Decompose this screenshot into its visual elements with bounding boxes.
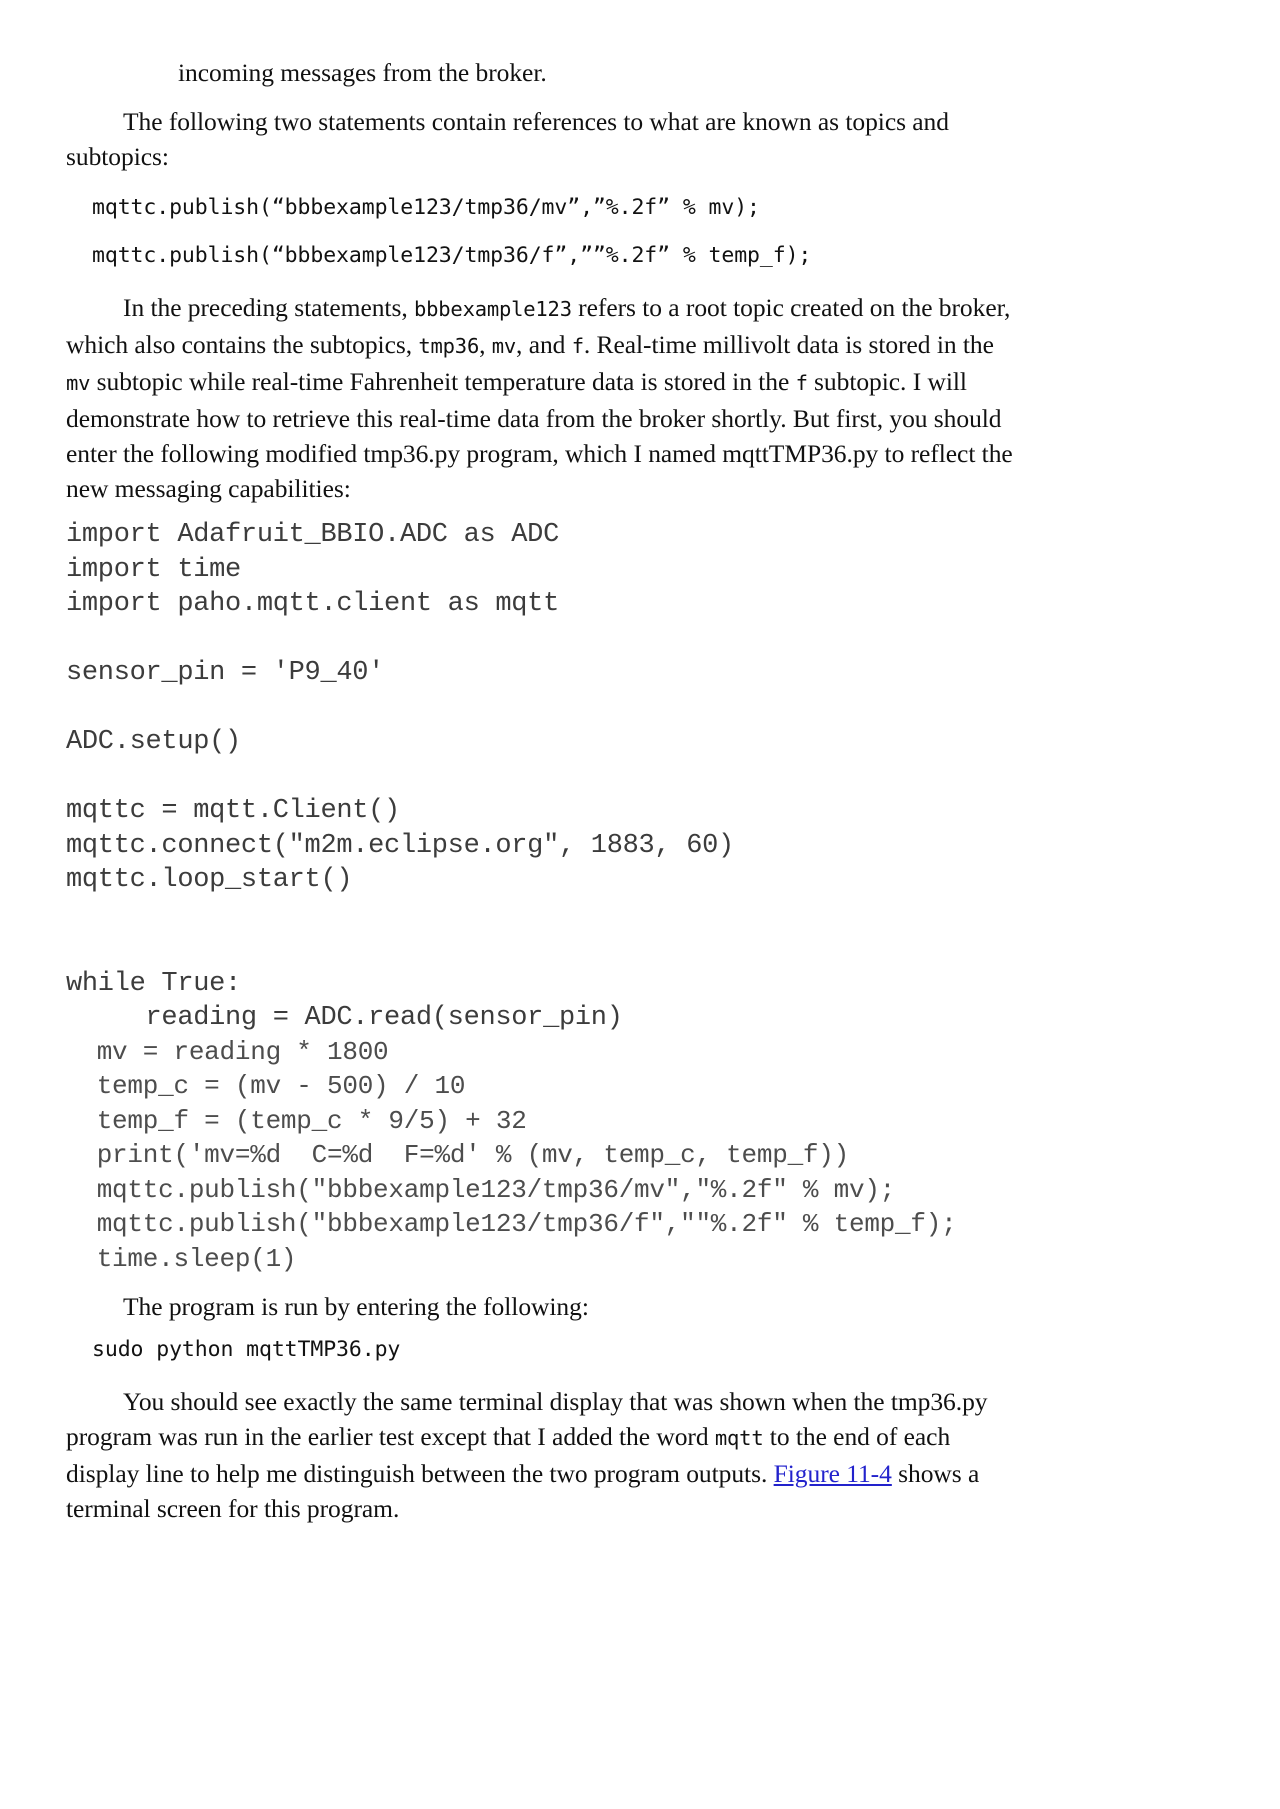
- code-row-blank: [66, 691, 1014, 726]
- code-row: mqttc.connect("m2m.eclipse.org", 1883, 6…: [66, 830, 734, 861]
- text-segment: In the preceding statements,: [123, 293, 414, 322]
- code-row: mqttc.loop_start(): [66, 865, 353, 895]
- paragraph-program-run: The program is run by entering the follo…: [123, 1292, 589, 1321]
- paragraph-preceding-statements: In the preceding statements, bbbexample1…: [66, 290, 1014, 506]
- text-segment: ,: [479, 330, 492, 359]
- document-page: incoming messages from the broker. The f…: [0, 0, 1280, 1809]
- code-row: mqttc.publish("bbbexample123/tmp36/mv","…: [66, 1174, 896, 1205]
- code-line-publish-mv: mqttc.publish(“bbbexample123/tmp36/mv”,”…: [92, 195, 760, 220]
- code-row: sensor_pin = 'P9_40': [66, 658, 385, 688]
- inline-code-tmp36: tmp36: [418, 334, 480, 358]
- inline-code-mv: mv: [491, 334, 517, 358]
- inline-code-bbbexample123: bbbexample123: [414, 297, 572, 321]
- code-row-blank: [66, 932, 1014, 967]
- code-row-blank: [66, 898, 1014, 933]
- figure-11-4-link[interactable]: Figure 11-4: [774, 1459, 892, 1488]
- code-row: import Adafruit_BBIO.ADC as ADC: [66, 520, 559, 550]
- code-row: import time: [66, 554, 241, 585]
- code-line-run-command: sudo python mqttTMP36.py: [92, 1337, 401, 1362]
- code-row: ADC.setup(): [66, 727, 241, 757]
- code-row: time.sleep(1): [66, 1243, 297, 1274]
- text-segment: . Real-time millivolt data is stored in …: [583, 330, 994, 359]
- orphan-continuation-line: incoming messages from the broker.: [178, 58, 547, 87]
- code-row: print('mv=%d C=%d F=%d' % (mv, temp_c, t…: [66, 1140, 850, 1170]
- text-segment: subtopic while real-time Fahrenheit temp…: [90, 367, 796, 396]
- paragraph-final: You should see exactly the same terminal…: [66, 1384, 1014, 1526]
- paragraph-following-statements: The following two statements contain ref…: [66, 107, 949, 171]
- program-listing-body: mv = reading * 1800 temp_c = (mv - 500) …: [66, 1036, 1014, 1278]
- code-row: while True:: [66, 968, 241, 999]
- inline-code-f-2: f: [795, 371, 808, 395]
- code-row-blank: [66, 760, 1014, 795]
- page-content: incoming messages from the broker. The f…: [66, 55, 1014, 1526]
- program-listing-top: import Adafruit_BBIO.ADC as ADC import t…: [66, 518, 1014, 1036]
- code-row: import paho.mqtt.client as mqtt: [66, 589, 559, 619]
- code-row: mqttc.publish("bbbexample123/tmp36/f",""…: [66, 1209, 957, 1239]
- code-row: mv = reading * 1800: [66, 1036, 389, 1067]
- code-line-publish-f: mqttc.publish(“bbbexample123/tmp36/f”,””…: [92, 243, 812, 268]
- code-row-blank: [66, 622, 1014, 657]
- code-row: temp_f = (temp_c * 9/5) + 32: [66, 1105, 527, 1136]
- code-row: temp_c = (mv - 500) / 10: [66, 1071, 466, 1101]
- inline-code-mv-2: mv: [66, 371, 91, 395]
- code-row: mqttc = mqtt.Client(): [66, 796, 400, 826]
- inline-code-mqtt: mqtt: [714, 1426, 764, 1450]
- inline-code-f: f: [571, 334, 584, 358]
- code-row: reading = ADC.read(sensor_pin): [66, 1003, 623, 1033]
- text-segment: , and: [516, 330, 572, 359]
